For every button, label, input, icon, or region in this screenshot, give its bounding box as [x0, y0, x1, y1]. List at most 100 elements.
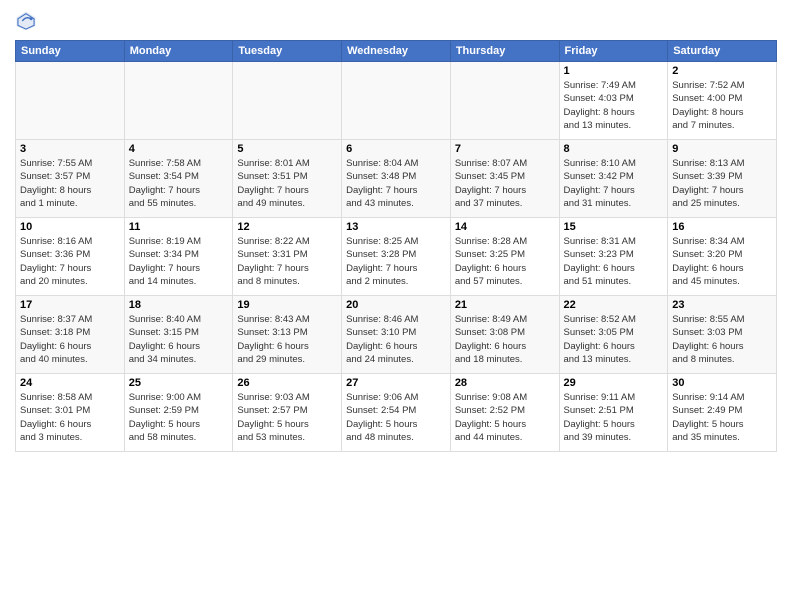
day-number: 1: [564, 65, 664, 77]
col-header-friday: Friday: [559, 41, 668, 62]
day-number: 28: [455, 377, 555, 389]
day-number: 25: [129, 377, 229, 389]
day-cell: 14 Sunrise: 8:28 AM Sunset: 3:25 PM Dayli…: [450, 218, 559, 296]
day-number: 3: [20, 143, 120, 155]
day-number: 4: [129, 143, 229, 155]
day-number: 18: [129, 299, 229, 311]
day-number: 29: [564, 377, 664, 389]
day-info: Sunrise: 7:52 AM Sunset: 4:00 PM Dayligh…: [672, 79, 772, 132]
day-cell: [342, 62, 451, 140]
day-cell: 30Sunrise: 9:14 AM Sunset: 2:49 PM Dayli…: [668, 374, 777, 452]
day-number: 11: [129, 221, 229, 233]
day-cell: 20 Sunrise: 8:46 AM Sunset: 3:10 PM Dayli…: [342, 296, 451, 374]
day-number: 21: [455, 299, 555, 311]
day-info: Sunrise: 8:31 AM Sunset: 3:23 PM Dayligh…: [564, 235, 664, 288]
day-cell: 15 Sunrise: 8:31 AM Sunset: 3:23 PM Dayli…: [559, 218, 668, 296]
day-number: 12: [237, 221, 337, 233]
header-row: SundayMondayTuesdayWednesdayThursdayFrid…: [16, 41, 777, 62]
day-number: 16: [672, 221, 772, 233]
day-number: 30: [672, 377, 772, 389]
day-info: Sunrise: 8:07 AM Sunset: 3:45 PM Dayligh…: [455, 157, 555, 210]
col-header-thursday: Thursday: [450, 41, 559, 62]
header: [15, 10, 777, 32]
day-number: 19: [237, 299, 337, 311]
day-info: Sunrise: 8:28 AM Sunset: 3:25 PM Dayligh…: [455, 235, 555, 288]
day-number: 14: [455, 221, 555, 233]
day-info: Sunrise: 8:49 AM Sunset: 3:08 PM Dayligh…: [455, 313, 555, 366]
day-number: 6: [346, 143, 446, 155]
day-info: Sunrise: 9:08 AM Sunset: 2:52 PM Dayligh…: [455, 391, 555, 444]
day-cell: 21 Sunrise: 8:49 AM Sunset: 3:08 PM Dayli…: [450, 296, 559, 374]
day-info: Sunrise: 8:19 AM Sunset: 3:34 PM Dayligh…: [129, 235, 229, 288]
day-cell: 29 Sunrise: 9:11 AM Sunset: 2:51 PM Dayli…: [559, 374, 668, 452]
day-info: Sunrise: 9:11 AM Sunset: 2:51 PM Dayligh…: [564, 391, 664, 444]
col-header-monday: Monday: [124, 41, 233, 62]
week-row-3: 10 Sunrise: 8:16 AM Sunset: 3:36 PM Dayli…: [16, 218, 777, 296]
week-row-4: 17Sunrise: 8:37 AM Sunset: 3:18 PM Dayli…: [16, 296, 777, 374]
day-number: 2: [672, 65, 772, 77]
day-cell: 27 Sunrise: 9:06 AM Sunset: 2:54 PM Dayli…: [342, 374, 451, 452]
day-number: 22: [564, 299, 664, 311]
day-info: Sunrise: 8:46 AM Sunset: 3:10 PM Dayligh…: [346, 313, 446, 366]
day-info: Sunrise: 8:40 AM Sunset: 3:15 PM Dayligh…: [129, 313, 229, 366]
day-cell: 26 Sunrise: 9:03 AM Sunset: 2:57 PM Dayli…: [233, 374, 342, 452]
day-info: Sunrise: 8:52 AM Sunset: 3:05 PM Dayligh…: [564, 313, 664, 366]
day-info: Sunrise: 9:03 AM Sunset: 2:57 PM Dayligh…: [237, 391, 337, 444]
col-header-wednesday: Wednesday: [342, 41, 451, 62]
col-header-saturday: Saturday: [668, 41, 777, 62]
day-cell: [233, 62, 342, 140]
day-cell: 6 Sunrise: 8:04 AM Sunset: 3:48 PM Daylig…: [342, 140, 451, 218]
day-cell: 3 Sunrise: 7:55 AM Sunset: 3:57 PM Daylig…: [16, 140, 125, 218]
day-info: Sunrise: 8:10 AM Sunset: 3:42 PM Dayligh…: [564, 157, 664, 210]
page: SundayMondayTuesdayWednesdayThursdayFrid…: [0, 0, 792, 612]
day-cell: 11 Sunrise: 8:19 AM Sunset: 3:34 PM Dayli…: [124, 218, 233, 296]
day-cell: [450, 62, 559, 140]
day-number: 8: [564, 143, 664, 155]
day-cell: 8 Sunrise: 8:10 AM Sunset: 3:42 PM Daylig…: [559, 140, 668, 218]
col-header-sunday: Sunday: [16, 41, 125, 62]
day-cell: 10 Sunrise: 8:16 AM Sunset: 3:36 PM Dayli…: [16, 218, 125, 296]
day-info: Sunrise: 8:22 AM Sunset: 3:31 PM Dayligh…: [237, 235, 337, 288]
day-number: 9: [672, 143, 772, 155]
day-cell: 9 Sunrise: 8:13 AM Sunset: 3:39 PM Daylig…: [668, 140, 777, 218]
day-cell: 19 Sunrise: 8:43 AM Sunset: 3:13 PM Dayli…: [233, 296, 342, 374]
col-header-tuesday: Tuesday: [233, 41, 342, 62]
day-info: Sunrise: 8:04 AM Sunset: 3:48 PM Dayligh…: [346, 157, 446, 210]
day-info: Sunrise: 7:55 AM Sunset: 3:57 PM Dayligh…: [20, 157, 120, 210]
day-info: Sunrise: 8:43 AM Sunset: 3:13 PM Dayligh…: [237, 313, 337, 366]
day-info: Sunrise: 9:06 AM Sunset: 2:54 PM Dayligh…: [346, 391, 446, 444]
logo: [15, 10, 41, 32]
day-cell: 17Sunrise: 8:37 AM Sunset: 3:18 PM Dayli…: [16, 296, 125, 374]
week-row-5: 24 Sunrise: 8:58 AM Sunset: 3:01 PM Dayli…: [16, 374, 777, 452]
day-cell: 1 Sunrise: 7:49 AM Sunset: 4:03 PM Daylig…: [559, 62, 668, 140]
day-number: 7: [455, 143, 555, 155]
day-number: 23: [672, 299, 772, 311]
day-number: 17: [20, 299, 120, 311]
day-number: 26: [237, 377, 337, 389]
day-info: Sunrise: 8:58 AM Sunset: 3:01 PM Dayligh…: [20, 391, 120, 444]
day-info: Sunrise: 8:34 AM Sunset: 3:20 PM Dayligh…: [672, 235, 772, 288]
week-row-2: 3 Sunrise: 7:55 AM Sunset: 3:57 PM Daylig…: [16, 140, 777, 218]
day-cell: 18 Sunrise: 8:40 AM Sunset: 3:15 PM Dayli…: [124, 296, 233, 374]
day-info: Sunrise: 8:25 AM Sunset: 3:28 PM Dayligh…: [346, 235, 446, 288]
day-number: 15: [564, 221, 664, 233]
day-number: 10: [20, 221, 120, 233]
day-info: Sunrise: 7:58 AM Sunset: 3:54 PM Dayligh…: [129, 157, 229, 210]
day-number: 24: [20, 377, 120, 389]
day-number: 20: [346, 299, 446, 311]
day-cell: 5Sunrise: 8:01 AM Sunset: 3:51 PM Daylig…: [233, 140, 342, 218]
day-cell: 25 Sunrise: 9:00 AM Sunset: 2:59 PM Dayli…: [124, 374, 233, 452]
day-info: Sunrise: 8:13 AM Sunset: 3:39 PM Dayligh…: [672, 157, 772, 210]
day-info: Sunrise: 8:01 AM Sunset: 3:51 PM Dayligh…: [237, 157, 337, 210]
day-cell: 4 Sunrise: 7:58 AM Sunset: 3:54 PM Daylig…: [124, 140, 233, 218]
day-cell: 28 Sunrise: 9:08 AM Sunset: 2:52 PM Dayli…: [450, 374, 559, 452]
day-info: Sunrise: 8:16 AM Sunset: 3:36 PM Dayligh…: [20, 235, 120, 288]
day-info: Sunrise: 8:55 AM Sunset: 3:03 PM Dayligh…: [672, 313, 772, 366]
day-info: Sunrise: 7:49 AM Sunset: 4:03 PM Dayligh…: [564, 79, 664, 132]
week-row-1: 1 Sunrise: 7:49 AM Sunset: 4:03 PM Daylig…: [16, 62, 777, 140]
day-number: 27: [346, 377, 446, 389]
day-info: Sunrise: 9:00 AM Sunset: 2:59 PM Dayligh…: [129, 391, 229, 444]
day-cell: 24 Sunrise: 8:58 AM Sunset: 3:01 PM Dayli…: [16, 374, 125, 452]
day-cell: 2 Sunrise: 7:52 AM Sunset: 4:00 PM Daylig…: [668, 62, 777, 140]
logo-icon: [15, 10, 37, 32]
